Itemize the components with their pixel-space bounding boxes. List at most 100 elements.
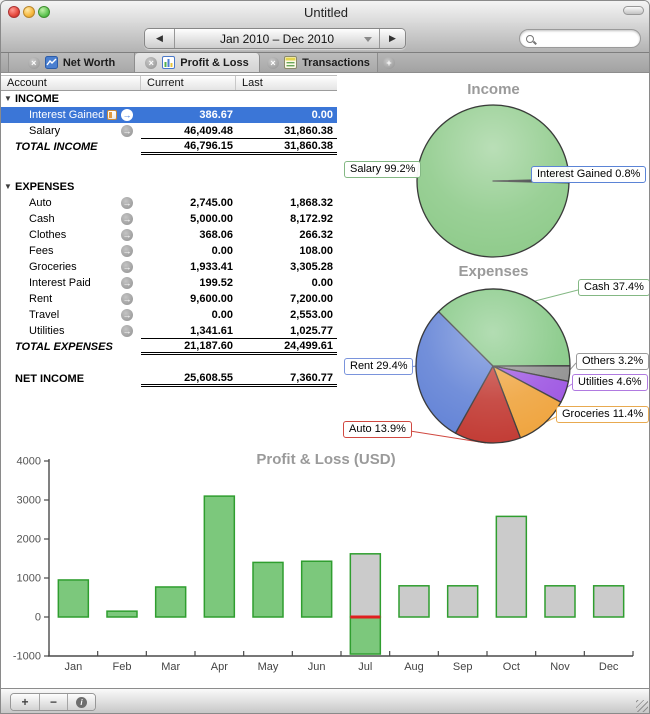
title-bar: Untitled xyxy=(1,1,650,23)
last-value: 0.00 xyxy=(236,107,337,123)
follow-arrow-icon[interactable]: → xyxy=(121,261,133,273)
bar-projected-nov[interactable] xyxy=(545,586,575,617)
bar-actual-mar[interactable] xyxy=(156,587,186,617)
follow-arrow-icon[interactable]: → xyxy=(121,229,133,241)
current-value: 9,600.00 xyxy=(141,291,236,307)
table-row-expenses[interactable]: ▼EXPENSES xyxy=(1,179,337,195)
tab-net-worth[interactable]: × Net Worth xyxy=(8,53,135,72)
account-name: Interest Paid→ xyxy=(1,275,141,291)
forward-icon: ▶ xyxy=(389,33,396,44)
bar-actual-jan[interactable] xyxy=(58,580,88,617)
follow-arrow-icon[interactable]: → xyxy=(121,197,133,209)
table-row-income[interactable]: ▼INCOME xyxy=(1,91,337,107)
y-tick-label: -1000 xyxy=(13,651,41,663)
info-button[interactable]: i xyxy=(67,694,95,710)
follow-arrow-icon[interactable]: → xyxy=(121,309,133,321)
month-label: Apr xyxy=(211,661,228,673)
table-row-total-income[interactable]: TOTAL INCOME46,796.1531,860.38 xyxy=(1,139,337,155)
current-value: 1,933.41 xyxy=(141,259,236,275)
remove-account-button[interactable]: − xyxy=(39,694,67,710)
add-account-button[interactable]: + xyxy=(11,694,39,710)
bar-actual-jul[interactable] xyxy=(350,617,380,654)
account-label: Fees xyxy=(29,245,53,257)
follow-arrow-icon[interactable]: → xyxy=(121,109,133,121)
follow-arrow-icon[interactable]: → xyxy=(121,277,133,289)
bar-projected-dec[interactable] xyxy=(594,586,624,617)
bar-projected-jul[interactable] xyxy=(350,554,380,617)
add-tab-button[interactable]: + xyxy=(378,53,395,72)
follow-arrow-icon[interactable]: → xyxy=(121,293,133,305)
close-icon[interactable]: × xyxy=(28,57,40,69)
income-chart-title: Income xyxy=(336,81,650,98)
table-row-clothes[interactable]: Clothes→368.06266.32 xyxy=(1,227,337,243)
follow-arrow-icon[interactable]: → xyxy=(121,325,133,337)
table-row-interest-gained[interactable]: Interest Gained→386.670.00 xyxy=(1,107,337,123)
bar-projected-oct[interactable] xyxy=(496,516,526,617)
account-label: Utilities xyxy=(29,325,64,337)
column-header-current[interactable]: Current xyxy=(141,76,236,90)
table-row-net-income[interactable]: NET INCOME25,608.557,360.77 xyxy=(1,371,337,387)
follow-arrow-icon[interactable]: → xyxy=(121,213,133,225)
previous-period-button[interactable]: ◀ xyxy=(145,29,174,48)
last-value: 266.32 xyxy=(236,227,337,243)
bar-actual-jun[interactable] xyxy=(302,561,332,617)
last-value: 1,868.32 xyxy=(236,195,337,211)
bar-projected-sep[interactable] xyxy=(448,586,478,617)
account-label: INCOME xyxy=(15,93,59,105)
account-label: EXPENSES xyxy=(15,181,74,193)
month-label: Jun xyxy=(308,661,326,673)
table-row-travel[interactable]: Travel→0.002,553.00 xyxy=(1,307,337,323)
table-row-cash[interactable]: Cash→5,000.008,172.92 xyxy=(1,211,337,227)
account-name: TOTAL INCOME xyxy=(1,139,141,155)
last-value: 1,025.77 xyxy=(236,323,337,339)
account-name: NET INCOME xyxy=(1,371,141,387)
bar-actual-apr[interactable] xyxy=(204,496,234,617)
follow-arrow-icon[interactable]: → xyxy=(121,245,133,257)
footer-segmented-control: + − i xyxy=(10,693,96,711)
transactions-icon xyxy=(284,56,297,69)
tab-label: Transactions xyxy=(302,57,370,69)
next-period-button[interactable]: ▶ xyxy=(379,29,405,48)
account-name: TOTAL EXPENSES xyxy=(1,339,141,355)
search-input[interactable] xyxy=(519,29,641,48)
column-header-last[interactable]: Last xyxy=(236,76,337,90)
table-row-auto[interactable]: Auto→2,745.001,868.32 xyxy=(1,195,337,211)
follow-arrow-icon[interactable]: → xyxy=(121,125,133,137)
last-value: 7,360.77 xyxy=(236,372,337,387)
tab-profit-and-loss[interactable]: × Profit & Loss xyxy=(135,53,260,72)
month-label: Aug xyxy=(404,661,424,673)
table-row-total-expenses[interactable]: TOTAL EXPENSES21,187.6024,499.61 xyxy=(1,339,337,355)
bar-projected-aug[interactable] xyxy=(399,586,429,617)
current-value: 2,745.00 xyxy=(141,195,236,211)
account-label: Salary xyxy=(29,125,60,137)
resize-grip[interactable] xyxy=(636,700,648,712)
current-value: 21,187.60 xyxy=(141,340,236,355)
pie-label-others: Others 3.2% xyxy=(576,353,649,370)
table-row-groceries[interactable]: Groceries→1,933.413,305.28 xyxy=(1,259,337,275)
close-icon[interactable]: × xyxy=(145,57,157,69)
table-row-utilities[interactable]: Utilities→1,341.611,025.77 xyxy=(1,323,337,339)
bar-actual-may[interactable] xyxy=(253,562,283,617)
date-range-label: Jan 2010 – Dec 2010 xyxy=(220,32,334,46)
pie-charts-canvas xyxy=(336,73,650,451)
tab-transactions[interactable]: × Transactions xyxy=(260,53,378,72)
table-row-salary[interactable]: Salary→46,409.4831,860.38 xyxy=(1,123,337,139)
last-value: 7,200.00 xyxy=(236,291,337,307)
last-value: 24,499.61 xyxy=(236,340,337,355)
disclosure-icon[interactable]: ▼ xyxy=(4,182,12,191)
y-tick-label: 0 xyxy=(35,612,41,624)
table-row-interest-paid[interactable]: Interest Paid→199.520.00 xyxy=(1,275,337,291)
disclosure-icon[interactable]: ▼ xyxy=(4,94,12,103)
month-label: Mar xyxy=(161,661,180,673)
table-row-fees[interactable]: Fees→0.00108.00 xyxy=(1,243,337,259)
bar-actual-feb[interactable] xyxy=(107,611,137,617)
current-value: 0.00 xyxy=(141,243,236,259)
y-tick-label: 1000 xyxy=(17,573,41,585)
account-label: TOTAL INCOME xyxy=(15,141,98,153)
current-value: 5,000.00 xyxy=(141,211,236,227)
table-row-rent[interactable]: Rent→9,600.007,200.00 xyxy=(1,291,337,307)
close-icon[interactable]: × xyxy=(267,57,279,69)
date-range-dropdown[interactable]: Jan 2010 – Dec 2010 xyxy=(174,29,379,48)
toolbar-toggle-button[interactable] xyxy=(623,6,644,15)
column-header-account[interactable]: Account xyxy=(1,76,141,90)
